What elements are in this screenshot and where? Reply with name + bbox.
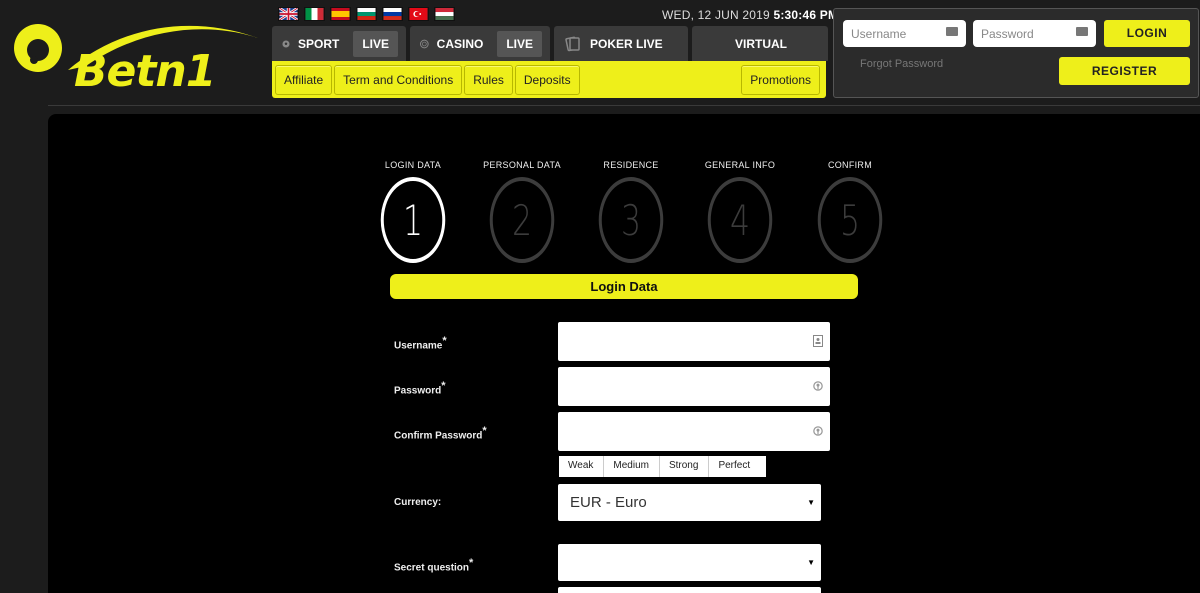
step-number: 3 [598,177,664,263]
tab-poker-live[interactable]: POKER LIVE [554,26,688,61]
confirm-password-label: Confirm Password* [394,425,487,441]
secret-question-select[interactable]: ▼ [558,544,821,581]
main-nav: SPORT LIVE CASINO LIVE POKER LIVE VIRTUA… [272,26,828,61]
step-5[interactable]: CONFIRM 5 [785,160,915,263]
secret-question-label: Secret question* [394,557,473,573]
header-password-input[interactable]: Password [973,20,1096,47]
soccer-ball-icon [282,39,290,48]
strength-perfect: Perfect [709,456,767,477]
required-mark: * [442,335,447,347]
strength-strong: Strong [659,456,710,477]
password-label-text: Password [394,385,442,397]
confirm-password-label-text: Confirm Password [394,430,483,442]
confirm-password-input[interactable] [558,412,830,451]
rules-link[interactable]: Rules [464,64,513,95]
strength-medium: Medium [604,456,660,477]
betn1-logo[interactable]: Betn1 [8,8,263,98]
dropdown-arrow-icon: ▼ [807,558,815,567]
step-number: 2 [489,177,555,263]
affiliate-link[interactable]: Affiliate [275,64,333,95]
casino-live-button[interactable]: LIVE [497,30,542,57]
password-strength-meter: Weak Medium Strong Perfect [559,456,767,477]
login-button[interactable]: LOGIN [1104,20,1190,47]
date-text: WED, 12 JUN 2019 [662,8,770,22]
secret-question-label-text: Secret question [394,562,470,574]
tab-virtual-label: VIRTUAL [735,36,787,51]
password-placeholder: Password [981,27,1034,41]
russia-flag-icon[interactable] [382,7,403,21]
keyboard-icon[interactable] [1076,27,1088,36]
step-number: 4 [707,177,773,263]
password-key-icon [813,381,823,391]
password-label: Password* [394,380,446,396]
deposits-link[interactable]: Deposits [514,64,580,95]
keyboard-icon[interactable] [946,27,958,36]
strength-weak: Weak [559,456,605,477]
hungary-flag-icon[interactable] [434,7,455,21]
tab-sport-label: SPORT [297,36,340,51]
secret-answer-input[interactable] [558,587,821,593]
spain-flag-icon[interactable] [330,7,351,21]
step-number: 5 [817,177,883,263]
uk-flag-icon[interactable] [278,7,299,21]
register-button[interactable]: REGISTER [1059,57,1190,85]
login-box: Username Password LOGIN Forgot Password … [833,8,1199,98]
turkey-flag-icon[interactable] [408,7,429,21]
currency-label: Currency: [394,497,442,508]
time-text: 5:30:46 PM [773,8,839,22]
promotions-link[interactable]: Promotions [741,64,820,95]
svg-text:Betn1: Betn1 [74,46,215,97]
sub-nav: Affiliate Term and Conditions Rules Depo… [272,61,826,98]
password-input[interactable] [558,367,830,406]
currency-value: EUR - Euro [570,494,647,511]
casino-chip-icon [420,39,429,48]
section-title: Login Data [390,274,858,299]
currency-select[interactable]: EUR - Euro ▼ [558,484,821,521]
terms-link[interactable]: Term and Conditions [334,64,463,95]
forgot-password-link[interactable]: Forgot Password [860,58,943,70]
required-mark: * [469,557,474,569]
step-label: CONFIRM [827,160,873,170]
bulgaria-flag-icon[interactable] [356,7,377,21]
tab-casino-label: CASINO [436,36,484,51]
password-key-icon [813,426,823,436]
step-number: 1 [380,177,446,263]
username-label: Username* [394,335,447,351]
required-mark: * [441,380,446,392]
sport-live-button[interactable]: LIVE [353,30,398,57]
username-input[interactable] [558,322,830,361]
registration-panel: LOGIN DATA 1 PERSONAL DATA 2 RESIDENCE 3… [48,114,1200,593]
tab-poker-label: POKER LIVE [590,36,663,51]
tab-sport[interactable]: SPORT LIVE [272,26,406,61]
required-mark: * [482,425,487,437]
username-placeholder: Username [851,27,907,41]
playing-cards-icon [565,36,580,51]
italy-flag-icon[interactable] [304,7,325,21]
username-label-text: Username [394,340,443,352]
header-divider [48,105,1200,106]
tab-virtual[interactable]: VIRTUAL [692,26,828,61]
server-datetime: WED, 12 JUN 2019 5:30:46 PM [662,8,838,22]
tab-casino[interactable]: CASINO LIVE [410,26,550,61]
header-username-input[interactable]: Username [843,20,966,47]
dropdown-arrow-icon: ▼ [807,498,815,507]
user-card-icon [813,335,823,347]
language-flags [278,7,455,21]
